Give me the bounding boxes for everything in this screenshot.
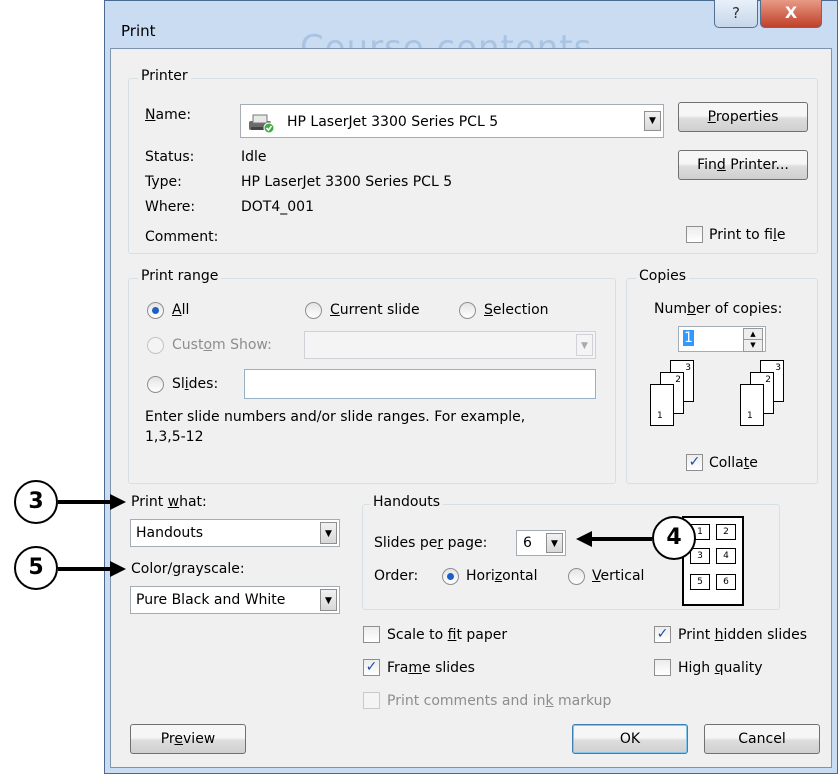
arrow-4-icon: [576, 531, 652, 547]
callout-arrows: [58, 494, 652, 577]
arrow-3-icon: [58, 494, 126, 510]
arrow-5-icon: [58, 561, 126, 577]
